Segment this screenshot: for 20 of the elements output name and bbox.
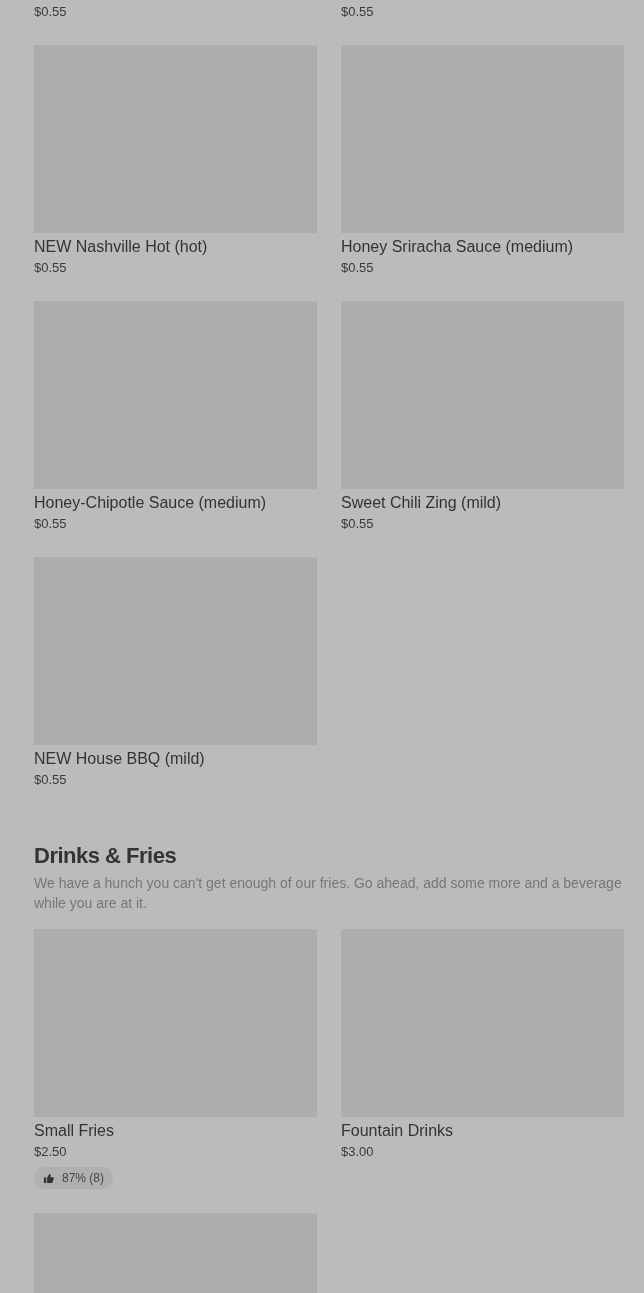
item-price: $0.55 [341,3,374,21]
item-name[interactable]: Small Fries [34,1120,114,1142]
item-name[interactable]: Sweet Chili Zing (mild) [341,492,502,514]
section-description: We have a hunch you can't get enough of our fries. Go ahead, add some more and a beverage while you are at it. [34,874,623,913]
item-name[interactable]: NEW Nashville Hot (hot) [34,236,208,258]
item-price: $0.55 [341,515,374,533]
item-price: $2.50 [34,1143,67,1161]
item-name[interactable]: Fountain Drinks [341,1120,454,1142]
item-price: $0.55 [34,515,67,533]
item-name[interactable]: Honey-Chipotle Sauce (medium) [34,492,267,514]
item-name[interactable]: NEW House BBQ (mild) [34,748,205,770]
item-price: $0.55 [34,3,67,21]
item-price: $3.00 [341,1143,374,1161]
item-price: $0.55 [341,259,374,277]
rating-badge: 87% (8) [34,1167,114,1189]
section-title: Drinks & Fries [34,842,178,870]
item-name[interactable]: Honey Sriracha Sauce (medium) [341,236,574,258]
item-price: $0.55 [34,771,67,789]
thumbs-up-icon [43,1172,54,1184]
item-price: $0.55 [34,259,67,277]
